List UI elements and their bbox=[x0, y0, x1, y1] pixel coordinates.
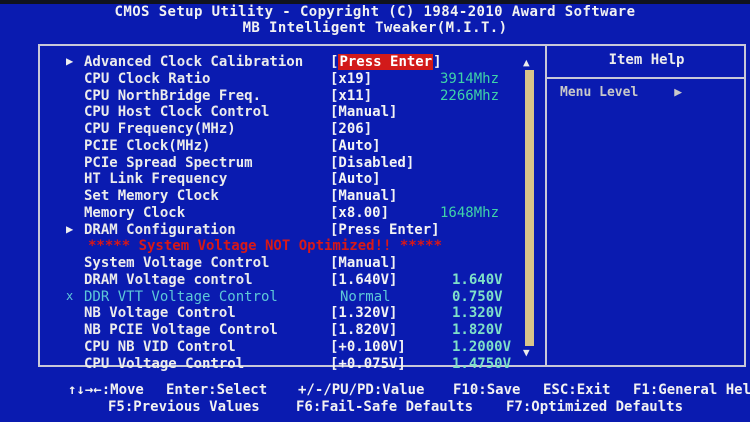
current-reading: 2266Mhz bbox=[440, 87, 500, 104]
setting-label: PCIe Spread Spectrum bbox=[84, 154, 253, 171]
item-help-title: Item Help bbox=[608, 52, 685, 68]
setting-row[interactable]: PCIe Spread Spectrum [Disabled] bbox=[0, 155, 545, 172]
key-failsafe-defaults: F6:Fail-Safe Defaults bbox=[296, 399, 474, 415]
current-reading: 1648Mhz bbox=[440, 204, 500, 221]
setting-value[interactable]: [x8.00] bbox=[330, 205, 389, 221]
setting-value[interactable]: [1.640V] bbox=[330, 272, 397, 288]
setting-value[interactable]: [Auto] bbox=[330, 138, 381, 154]
menu-level-arrow-icon: ▶ bbox=[674, 85, 683, 100]
setting-label: NB Voltage Control bbox=[84, 305, 236, 322]
setting-label: Memory Clock bbox=[84, 204, 186, 221]
setting-row[interactable]: CPU Voltage Control [+0.075V] 1.4750V bbox=[0, 356, 545, 373]
setting-value[interactable]: [Auto] bbox=[330, 171, 381, 187]
setting-label: ***** System Voltage NOT Optimized!! ***… bbox=[88, 238, 443, 255]
setting-row[interactable]: DRAM Voltage control [1.640V] 1.640V bbox=[0, 272, 545, 289]
locked-x-icon: x bbox=[66, 288, 74, 303]
setting-label: CPU Frequency(MHz) bbox=[84, 121, 236, 137]
scroll-up-icon[interactable]: ▲ bbox=[523, 56, 530, 69]
title-line-2: MB Intelligent Tweaker(M.I.T.) bbox=[242, 20, 508, 36]
setting-row[interactable]: ▶ DRAM Configuration [Press Enter] bbox=[0, 222, 545, 239]
current-reading: 1.2000V bbox=[452, 338, 512, 355]
setting-row[interactable]: CPU Clock Ratio [x19] 3914Mhz bbox=[0, 71, 545, 88]
setting-row[interactable]: CPU Host Clock Control [Manual] bbox=[0, 104, 545, 121]
setting-value[interactable]: [Manual] bbox=[330, 255, 397, 271]
title-line-1: CMOS Setup Utility - Copyright (C) 1984-… bbox=[114, 4, 636, 20]
current-reading: 1.4750V bbox=[452, 355, 512, 372]
setting-value[interactable]: [206] bbox=[330, 121, 372, 137]
setting-row[interactable]: ▶ Advanced Clock Calibration [Press Enter] bbox=[0, 54, 545, 71]
submenu-arrow-icon: ▶ bbox=[66, 221, 74, 236]
setting-row[interactable]: HT Link Frequency [Auto] bbox=[0, 171, 545, 188]
key-select: Enter:Select bbox=[166, 382, 268, 398]
key-exit: ESC:Exit bbox=[543, 382, 611, 398]
help-separator bbox=[547, 77, 746, 79]
setting-value[interactable]: [+0.100V] bbox=[330, 339, 406, 355]
setting-value: Normal bbox=[340, 288, 391, 305]
setting-row[interactable]: PCIE Clock(MHz) [Auto] bbox=[0, 138, 545, 155]
bios-screen: CMOS Setup Utility - Copyright (C) 1984-… bbox=[0, 0, 750, 422]
setting-value[interactable]: [x19] bbox=[330, 71, 372, 87]
selected-value-highlight[interactable]: Press Enter bbox=[338, 54, 434, 70]
title-header: CMOS Setup Utility - Copyright (C) 1984-… bbox=[0, 4, 750, 36]
setting-label: CPU NorthBridge Freq. bbox=[84, 87, 262, 104]
key-value: +/-/PU/PD:Value bbox=[298, 382, 425, 398]
bracket-close: ] bbox=[433, 54, 442, 70]
menu-level: Menu Level ▶ bbox=[560, 85, 682, 100]
setting-row[interactable]: Memory Clock [x8.00] 1648Mhz bbox=[0, 205, 545, 222]
setting-row[interactable]: CPU NorthBridge Freq. [x11] 2266Mhz bbox=[0, 88, 545, 105]
setting-value[interactable]: [1.320V] bbox=[330, 305, 397, 321]
key-optimized-defaults: F7:Optimized Defaults bbox=[506, 399, 684, 415]
key-previous-values: F5:Previous Values bbox=[108, 399, 260, 415]
current-reading: 1.820V bbox=[452, 322, 503, 338]
current-reading: 1.320V bbox=[452, 305, 503, 322]
panel-divider bbox=[545, 44, 547, 367]
current-reading: 3914Mhz bbox=[440, 70, 500, 87]
setting-value[interactable]: [Manual] bbox=[330, 188, 397, 204]
setting-row[interactable]: NB PCIE Voltage Control [1.820V] 1.820V bbox=[0, 322, 545, 339]
setting-row[interactable]: CPU Frequency(MHz) [206] bbox=[0, 121, 545, 138]
setting-label: System Voltage Control bbox=[84, 255, 270, 271]
setting-row[interactable]: System Voltage Control [Manual] bbox=[0, 255, 545, 272]
setting-label: DDR VTT Voltage Control bbox=[84, 288, 278, 305]
setting-label: CPU NB VID Control bbox=[84, 338, 236, 355]
scroll-down-icon[interactable]: ▼ bbox=[523, 346, 530, 359]
setting-label: CPU Voltage Control bbox=[84, 355, 245, 372]
setting-value[interactable]: [1.820V] bbox=[330, 322, 397, 338]
current-reading: 1.640V bbox=[452, 271, 503, 288]
scrollbar[interactable]: ▲ ▼ bbox=[523, 56, 535, 359]
current-reading: 0.750V bbox=[452, 288, 503, 305]
setting-label: HT Link Frequency bbox=[84, 171, 228, 188]
setting-row[interactable]: NB Voltage Control [1.320V] 1.320V bbox=[0, 305, 545, 322]
key-move: ↑↓→←:Move bbox=[68, 382, 144, 398]
setting-value[interactable]: [Manual] bbox=[330, 104, 397, 120]
key-help-footer: ↑↓→←:Move Enter:Select +/-/PU/PD:Value F… bbox=[0, 372, 750, 422]
setting-value[interactable]: [Press Enter] bbox=[330, 222, 440, 238]
setting-label: DRAM Configuration bbox=[84, 221, 236, 238]
setting-row[interactable]: Set Memory Clock [Manual] bbox=[0, 188, 545, 205]
setting-row[interactable]: x DDR VTT Voltage Control Normal 0.750V bbox=[0, 289, 545, 306]
setting-value[interactable]: [Press Enter] bbox=[330, 54, 442, 70]
setting-value[interactable]: [+0.075V] bbox=[330, 356, 406, 372]
setting-label: DRAM Voltage control bbox=[84, 271, 253, 288]
setting-label: Set Memory Clock bbox=[84, 188, 219, 204]
setting-label: CPU Clock Ratio bbox=[84, 70, 211, 87]
setting-row[interactable]: CPU NB VID Control [+0.100V] 1.2000V bbox=[0, 339, 545, 356]
setting-label: CPU Host Clock Control bbox=[84, 104, 270, 121]
setting-value[interactable]: [Disabled] bbox=[330, 155, 414, 171]
setting-label: Advanced Clock Calibration bbox=[84, 54, 304, 70]
submenu-arrow-icon: ▶ bbox=[66, 54, 74, 68]
setting-label: PCIE Clock(MHz) bbox=[84, 137, 211, 154]
setting-label: NB PCIE Voltage Control bbox=[84, 322, 278, 338]
scroll-thumb[interactable] bbox=[525, 70, 534, 346]
key-save: F10:Save bbox=[453, 382, 521, 398]
menu-level-label: Menu Level bbox=[560, 85, 639, 100]
setting-value[interactable]: [x11] bbox=[330, 88, 372, 104]
key-general-help: F1:General Help bbox=[633, 382, 750, 398]
voltage-warning: ***** System Voltage NOT Optimized!! ***… bbox=[0, 238, 545, 255]
